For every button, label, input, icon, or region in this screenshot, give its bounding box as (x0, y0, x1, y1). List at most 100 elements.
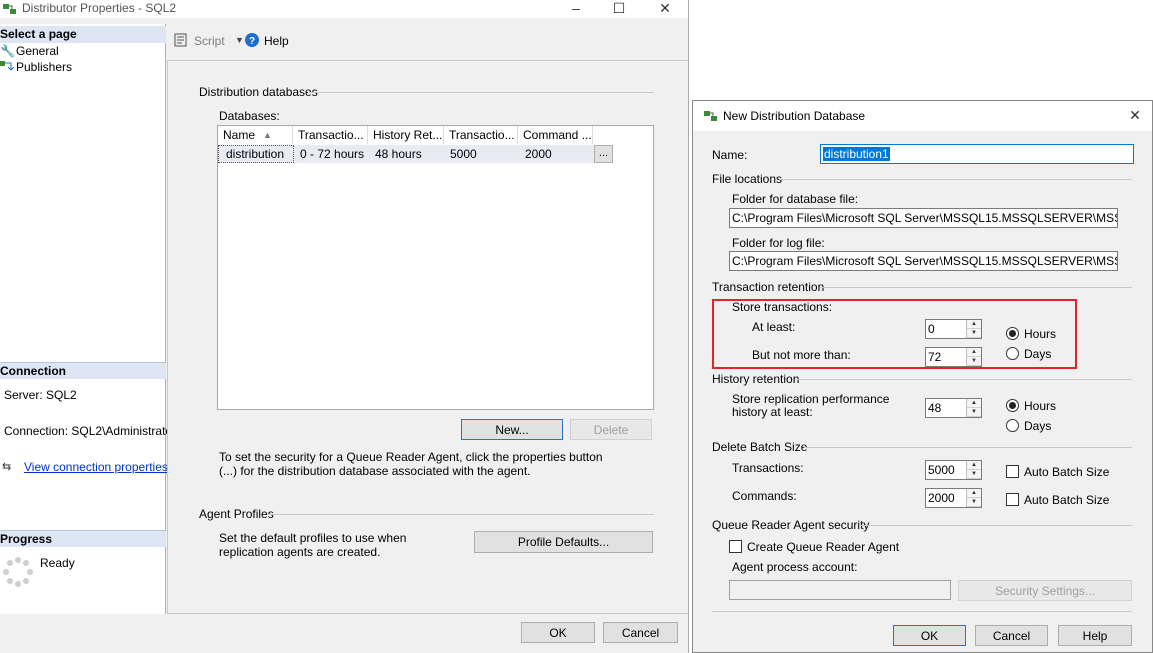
stepper-buttons[interactable]: ▲ ▼ (966, 399, 981, 417)
row-command: 2000 (525, 147, 552, 161)
profile-defaults-button[interactable]: Profile Defaults... (474, 531, 653, 553)
name-label: Name: (712, 148, 748, 162)
transaction-hours-radio[interactable]: Hours (1006, 326, 1076, 342)
cancel-button[interactable]: Cancel (975, 625, 1048, 646)
row-transaction-count: 5000 (450, 147, 477, 161)
agent-profiles-group: Agent Profiles (199, 507, 274, 521)
history-stepper[interactable]: 48 ▲ ▼ (925, 398, 982, 418)
stepper-buttons[interactable]: ▲ ▼ (966, 348, 981, 366)
column-header-transaction[interactable]: Transactio... (293, 126, 368, 144)
checkbox-indicator (729, 540, 742, 553)
toolbar: Script ▼ ? Help (167, 24, 688, 60)
history-retention-group: History retention (712, 372, 800, 386)
cancel-button[interactable]: Cancel (603, 622, 678, 643)
close-button[interactable]: ✕ (1125, 107, 1145, 123)
transaction-days-radio[interactable]: Days (1006, 346, 1076, 362)
auto-batch-transactions-checkbox[interactable]: Auto Batch Size (1006, 464, 1116, 480)
stepper-buttons[interactable]: ▲ ▼ (966, 489, 981, 507)
chevron-down-icon[interactable]: ▼ (967, 329, 981, 338)
security-settings-button[interactable]: Security Settings... (958, 580, 1132, 601)
page-item-general[interactable]: 🔧 General (0, 43, 160, 59)
agent-profiles-text: Set the default profiles to use when rep… (219, 531, 407, 559)
at-least-stepper[interactable]: 0 ▲ ▼ (925, 319, 982, 339)
security-note: To set the security for a Queue Reader A… (219, 450, 603, 478)
delete-batch-size-group: Delete Batch Size (712, 440, 808, 454)
transactions-stepper[interactable]: 5000 ▲ ▼ (925, 460, 982, 480)
chevron-up-icon[interactable]: ▲ (967, 461, 981, 470)
connection-header: Connection (0, 362, 166, 379)
auto-batch-commands-checkbox[interactable]: Auto Batch Size (1006, 492, 1116, 508)
name-input[interactable]: distribution1 (820, 144, 1134, 164)
distribution-databases-group: Distribution databases (199, 85, 318, 99)
help-label: Help (264, 34, 289, 48)
group-divider (779, 179, 1132, 180)
maximize-button[interactable]: ☐ (609, 0, 629, 16)
chevron-up-icon[interactable]: ▲ (967, 489, 981, 498)
close-button[interactable]: ✕ (655, 0, 675, 16)
title-bar: Distributor Properties - SQL2 – ☐ ✕ (0, 0, 688, 18)
new-distribution-database-dialog: New Distribution Database ✕ Name: distri… (692, 100, 1153, 653)
page-item-label: General (16, 44, 59, 58)
column-header-transaction-count[interactable]: Transactio... (444, 126, 518, 144)
progress-header: Progress (0, 530, 166, 547)
checkbox-indicator (1006, 493, 1019, 506)
help-icon: ? (245, 33, 259, 47)
distributor-properties-window: Distributor Properties - SQL2 – ☐ ✕ Sele… (0, 0, 689, 653)
script-button[interactable]: Script ▼ (173, 32, 245, 50)
minimize-button[interactable]: – (566, 0, 586, 16)
db-folder-input[interactable]: C:\Program Files\Microsoft SQL Server\MS… (729, 208, 1118, 228)
view-connection-properties-link[interactable]: View connection properties (24, 460, 168, 474)
chevron-down-icon[interactable]: ▼ (967, 470, 981, 479)
help-button[interactable]: ? Help (245, 32, 295, 50)
row-transaction: 0 - 72 hours (300, 147, 365, 161)
column-header-command[interactable]: Command ... (518, 126, 593, 144)
databases-list[interactable]: Name ▲ Transactio... History Ret... Tran… (217, 125, 654, 410)
ok-button[interactable]: OK (521, 622, 595, 643)
radio-indicator (1006, 419, 1019, 432)
create-queue-reader-checkbox[interactable]: Create Queue Reader Agent (729, 539, 899, 555)
page-item-publishers[interactable]: Publishers (0, 59, 160, 75)
connection-properties-icon: ⇆ (2, 461, 12, 473)
queue-reader-security-group: Queue Reader Agent security (712, 518, 870, 532)
radio-label: Days (1024, 419, 1052, 433)
new-button[interactable]: New... (461, 419, 563, 440)
help-button[interactable]: Help (1058, 625, 1132, 646)
chevron-down-icon[interactable]: ▼ (967, 357, 981, 366)
checkbox-label: Auto Batch Size (1024, 465, 1110, 479)
chevron-down-icon[interactable]: ▼ (967, 408, 981, 417)
checkbox-label: Auto Batch Size (1024, 493, 1110, 507)
store-history-label: Store replication performance history at… (732, 392, 890, 419)
at-least-label: At least: (752, 320, 796, 334)
checkbox-label: Create Queue Reader Agent (747, 540, 900, 554)
chevron-up-icon[interactable]: ▲ (967, 348, 981, 357)
name-input-value: distribution1 (823, 147, 890, 161)
log-folder-input[interactable]: C:\Program Files\Microsoft SQL Server\MS… (729, 251, 1118, 271)
divider (712, 611, 1132, 612)
column-header-history[interactable]: History Ret... (368, 126, 444, 144)
file-locations-group: File locations (712, 172, 783, 186)
stepper-buttons[interactable]: ▲ ▼ (966, 461, 981, 479)
group-divider (804, 447, 1132, 448)
history-days-radio[interactable]: Days (1006, 418, 1076, 434)
chevron-up-icon[interactable]: ▲ (967, 320, 981, 329)
svg-text:?: ? (249, 36, 255, 47)
history-hours-radio[interactable]: Hours (1006, 398, 1076, 414)
database-properties-button[interactable]: ... (594, 145, 613, 163)
not-more-than-stepper[interactable]: 72 ▲ ▼ (925, 347, 982, 367)
chevron-up-icon[interactable]: ▲ (967, 399, 981, 408)
store-transactions-label: Store transactions: (732, 300, 833, 314)
radio-label: Hours (1024, 327, 1057, 341)
progress-spinner-icon (3, 557, 33, 587)
stepper-buttons[interactable]: ▲ ▼ (966, 320, 981, 338)
agent-process-account-input[interactable] (729, 580, 951, 600)
left-pane: Select a page 🔧 General Publishers Conne… (0, 24, 176, 614)
transaction-retention-group: Transaction retention (712, 280, 825, 294)
column-header-name[interactable]: Name ▲ (218, 126, 293, 144)
db-folder-label: Folder for database file: (732, 192, 859, 206)
delete-button[interactable]: Delete (570, 419, 652, 440)
chevron-down-icon[interactable]: ▼ (967, 498, 981, 507)
select-page-header: Select a page (0, 26, 166, 43)
commands-stepper[interactable]: 2000 ▲ ▼ (925, 488, 982, 508)
ok-button[interactable]: OK (893, 625, 966, 646)
table-row[interactable]: distribution 0 - 72 hours 48 hours 5000 … (218, 145, 613, 163)
